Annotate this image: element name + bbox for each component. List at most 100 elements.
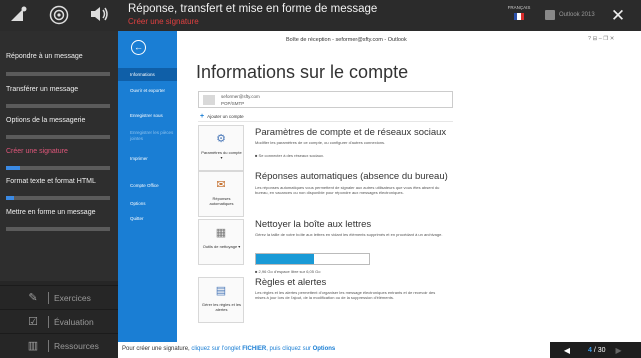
evaluation-button[interactable]: ☑ Évaluation (0, 309, 118, 333)
pager: ◀ 4 / 30 ▶ (550, 342, 641, 358)
close-button[interactable]: ✕ (603, 2, 633, 29)
window-controls[interactable]: ? ⊟ – ❐ ✕ (588, 36, 614, 42)
target-icon[interactable] (48, 5, 70, 25)
account-selector[interactable]: seformer@sfty.com POP/SMTP (198, 91, 453, 108)
toolbar-icons (0, 0, 118, 31)
cleanup-icon: ▦ (215, 227, 227, 239)
auto-replies-button[interactable]: ✉ Réponses automatiques (198, 171, 244, 217)
account-icon (203, 95, 215, 105)
page-total: / 30 (593, 346, 606, 354)
chapter-progress-bar (6, 196, 110, 200)
instruction-part: cliquez sur l'onglet (191, 346, 243, 352)
account-settings-icon: ⚙ (216, 133, 226, 145)
nav-print[interactable]: Imprimer (118, 156, 177, 162)
chapter-progress-bar (6, 166, 110, 170)
section-heading: Règles et alertes (255, 277, 327, 288)
instruction-keyword: Options (312, 346, 336, 352)
divider (48, 291, 49, 304)
account-type: POP/SMTP (221, 101, 245, 106)
language-label: FRANÇAIS (507, 5, 531, 10)
chapter-progress-bar (6, 227, 110, 231)
divider (48, 315, 49, 328)
instruction-bar: Pour créer une signature, cliquez sur l'… (118, 342, 641, 358)
resources-button[interactable]: ▥ Ressources (0, 333, 118, 357)
product-badge: Outlook 2013 (545, 8, 595, 22)
tile-label: Gérer les règles et les alertes (201, 302, 242, 312)
back-arrow-icon[interactable]: ← (131, 40, 146, 55)
brightness-icon[interactable] (8, 5, 30, 25)
account-email: seformer@sfty.com (221, 94, 260, 99)
auto-reply-icon: ✉ (216, 179, 226, 191)
page-indicator: 4 / 30 (588, 347, 606, 354)
chapter-item[interactable]: Répondre à un message (6, 53, 83, 60)
office-icon (545, 10, 555, 20)
nav-save-attachments[interactable]: Enregistrer les pièces jointes (118, 130, 177, 141)
book-icon: ▥ (27, 340, 39, 352)
instruction-part: , puis cliquez sur (266, 346, 313, 352)
progress-fill (6, 166, 20, 170)
chapter-progress-bar (6, 72, 110, 76)
progress-fill (6, 196, 15, 200)
resources-label: Ressources (54, 340, 99, 351)
mailbox-usage-fill (256, 254, 314, 264)
mailbox-usage-bar (255, 253, 370, 265)
page-current: 4 (588, 346, 592, 354)
nav-save-as[interactable]: Enregistrer sous (118, 113, 177, 119)
instruction-prefix: Pour créer une signature, (122, 346, 192, 352)
section-description: Les réponses automatiques vous permetten… (255, 185, 440, 195)
next-arrow-icon[interactable]: ▶ (614, 346, 624, 355)
chapter-item[interactable]: Mettre en forme un message (6, 209, 96, 216)
lesson-sidebar: Répondre à un message Transférer un mess… (0, 31, 118, 358)
rules-icon: ▤ (215, 285, 227, 297)
pencil-icon: ✎ (28, 292, 38, 304)
french-flag-icon (514, 13, 524, 20)
chapter-progress-bar (6, 135, 110, 139)
prev-arrow-icon[interactable]: ◀ (562, 346, 572, 355)
add-account-button[interactable]: + Ajouter un compte (200, 113, 244, 120)
add-account-label: Ajouter un compte (207, 114, 244, 119)
nav-informations[interactable]: Informations (118, 68, 177, 81)
evaluation-label: Évaluation (54, 316, 94, 327)
nav-quit[interactable]: Quitter (118, 216, 177, 222)
exercises-button[interactable]: ✎ Exercices (0, 285, 118, 309)
section-description: Modifier les paramètres de ce compte, ou… (255, 140, 386, 145)
page-title: Informations sur le compte (196, 62, 409, 82)
backstage-nav: ← Informations Ouvrir et exporter Enregi… (118, 31, 177, 342)
product-label: Outlook 2013 (559, 12, 595, 18)
top-bar: Réponse, transfert et mise en forme de m… (0, 0, 641, 31)
course-title: Réponse, transfert et mise en forme de m… (128, 3, 378, 15)
divider (198, 121, 453, 122)
tile-label: Outils de nettoyage ▾ (202, 244, 241, 249)
account-settings-button[interactable]: ⚙ Paramètres du compte ▾ (198, 125, 244, 171)
section-heading: Paramètres de compte et de réseaux socia… (255, 127, 447, 138)
chapter-item[interactable]: Transférer un message (6, 86, 78, 93)
divider (48, 339, 49, 352)
nav-open-export[interactable]: Ouvrir et exporter (118, 88, 177, 94)
plus-icon: + (200, 113, 205, 120)
chapter-progress-bar (6, 104, 110, 108)
outlook-screenshot: ← Informations Ouvrir et exporter Enregi… (118, 31, 641, 342)
sidebar-bottom-menu: ✎ Exercices ☑ Évaluation ▥ Ressources (0, 281, 118, 358)
nav-office-account[interactable]: Compte Office (118, 183, 177, 189)
checkbox-icon: ☑ (28, 316, 38, 328)
nav-options[interactable]: Options (118, 201, 177, 207)
free-space-text: ■ 2,96 Go d'espace libre sur 6,05 Go (255, 269, 321, 274)
social-networks-link[interactable]: ■ Se connecter à des réseaux sociaux. (255, 153, 324, 158)
chapter-item[interactable]: Format texte et format HTML (6, 178, 96, 185)
instruction-text: Pour créer une signature, cliquez sur l'… (122, 346, 335, 352)
tile-label: Réponses automatiques (209, 196, 234, 206)
manage-rules-button[interactable]: ▤ Gérer les règles et les alertes (198, 277, 244, 323)
tile-label: Paramètres du compte ▾ (201, 150, 242, 160)
instruction-keyword: FICHIER (242, 346, 267, 352)
section-heading: Nettoyer la boîte aux lettres (255, 219, 372, 230)
cleanup-tools-button[interactable]: ▦ Outils de nettoyage ▾ (198, 219, 244, 265)
section-description: Gérez la taille de votre boîte aux lettr… (255, 232, 443, 237)
section-heading: Réponses automatiques (absence du bureau… (255, 171, 448, 182)
language-selector[interactable]: FRANÇAIS (507, 5, 531, 27)
section-description: Les règles et les alertes permettent d'o… (255, 290, 436, 300)
lesson-subtitle: Créer une signature (128, 17, 199, 26)
chapter-item-active[interactable]: Créer une signature (6, 148, 68, 155)
volume-icon[interactable] (88, 5, 110, 25)
exercises-label: Exercices (54, 292, 91, 303)
chapter-item[interactable]: Options de la messagerie (6, 117, 85, 124)
